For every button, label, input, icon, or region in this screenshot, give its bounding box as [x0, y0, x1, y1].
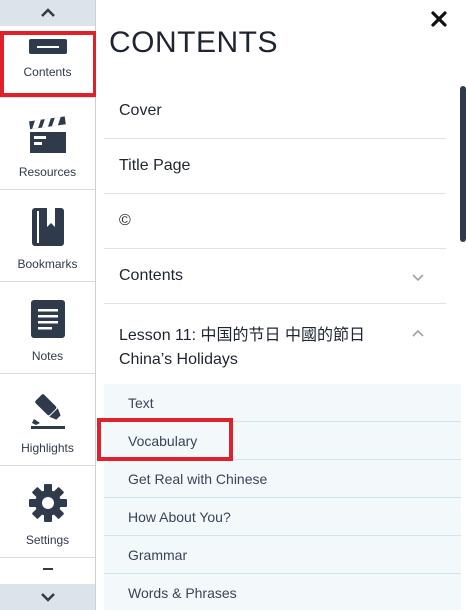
- subitem-grammar[interactable]: Grammar: [104, 536, 461, 574]
- close-icon: [431, 11, 447, 27]
- close-button[interactable]: [430, 10, 448, 28]
- toc-item-label: Contents: [119, 267, 184, 284]
- rail-item-resources[interactable]: Resources: [0, 98, 95, 190]
- toc-item-lesson-11[interactable]: Lesson 11: 中国的节日 中國的節日 China’s Holidays: [104, 304, 446, 384]
- subitem-get-real-with-chinese[interactable]: Get Real with Chinese: [104, 460, 461, 498]
- scroll-down-button[interactable]: [0, 584, 95, 610]
- gear-icon: [26, 481, 70, 525]
- contents-panel: CONTENTS Cover Title Page © Contents Les…: [96, 0, 466, 610]
- panel-title: CONTENTS: [109, 26, 278, 59]
- toc-item-label: Cover: [119, 102, 162, 119]
- toc-item-label: Lesson 11: 中国的节日 中國的節日 China’s Holidays: [119, 324, 365, 372]
- subitem-label: How About You?: [128, 508, 231, 525]
- rail-label: Resources: [18, 165, 77, 179]
- lesson-title-line-2: China’s Holidays: [119, 351, 238, 368]
- toc-item-title-page[interactable]: Title Page: [104, 139, 446, 194]
- ebook-reader: Contents Resources Bookmarks Notes Highl…: [0, 0, 466, 610]
- toc-item-cover[interactable]: Cover: [104, 84, 446, 139]
- subitem-how-about-you[interactable]: How About You?: [104, 498, 461, 536]
- chevron-up-icon[interactable]: [412, 328, 424, 340]
- rail-item-partial: [43, 568, 53, 570]
- toc-item-label: ©: [119, 212, 131, 229]
- side-toolbar: Contents Resources Bookmarks Notes Highl…: [0, 0, 96, 610]
- panel-scrollbar[interactable]: [460, 86, 466, 242]
- subitem-label: Words & Phrases: [128, 584, 237, 601]
- rail-item-bookmarks[interactable]: Bookmarks: [0, 190, 95, 282]
- bookmark-icon: [26, 205, 70, 249]
- rail-item-highlights[interactable]: Highlights: [0, 374, 95, 466]
- toc-item-label: Title Page: [119, 157, 191, 174]
- rail-item-notes[interactable]: Notes: [0, 282, 95, 374]
- toc-item-copyright[interactable]: ©: [104, 194, 446, 249]
- rail-label: Contents: [23, 65, 72, 79]
- subitem-label: Get Real with Chinese: [128, 470, 268, 487]
- notes-icon: [26, 297, 70, 341]
- rail-item-contents[interactable]: Contents: [0, 0, 95, 98]
- subitem-label: Grammar: [128, 546, 188, 563]
- subitem-label: Text: [128, 394, 154, 411]
- subitem-vocabulary[interactable]: Vocabulary: [104, 422, 461, 460]
- rail-label: Settings: [25, 533, 70, 547]
- clapperboard-icon: [26, 113, 70, 157]
- rail-item-settings[interactable]: Settings: [0, 466, 95, 558]
- subitem-text[interactable]: Text: [104, 384, 461, 422]
- subitem-label: Vocabulary: [128, 432, 198, 449]
- rail-label: Highlights: [21, 441, 74, 455]
- chevron-down-icon: [40, 593, 55, 602]
- contents-icon: [26, 35, 70, 55]
- rail-label: Bookmarks: [17, 257, 78, 271]
- highlighter-icon: [26, 389, 70, 433]
- chevron-down-icon[interactable]: [412, 271, 424, 283]
- toc-item-contents[interactable]: Contents: [104, 249, 446, 304]
- rail-label: Notes: [31, 349, 64, 363]
- lesson-title-line-1: Lesson 11: 中国的节日 中國的節日: [119, 327, 365, 344]
- subitem-words-phrases[interactable]: Words & Phrases: [104, 574, 461, 610]
